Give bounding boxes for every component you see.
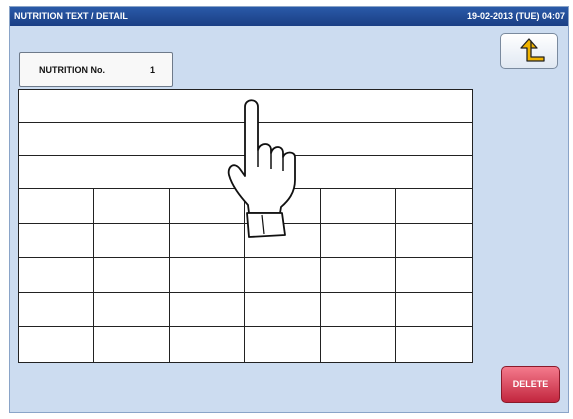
screen: NUTRITION TEXT / DETAIL 19-02-2013 (TUE)… [9,6,569,413]
table-cell[interactable] [170,293,245,327]
table-cell[interactable] [396,327,472,362]
table-cell[interactable] [94,327,170,362]
table-cell[interactable] [321,293,396,327]
table-cell[interactable] [19,189,94,224]
table-cell[interactable] [321,189,396,224]
table-cell[interactable] [245,293,321,327]
table-cell[interactable] [396,224,472,258]
table-cell[interactable] [19,258,94,293]
date-time: 19-02-2013 (TUE) 04:07 [466,11,565,21]
table-cell[interactable] [94,293,170,327]
table-cell[interactable] [396,258,472,293]
table-cell[interactable] [94,189,170,224]
table-cell[interactable] [245,258,321,293]
table-cell[interactable] [19,224,94,258]
delete-button[interactable]: DELETE [501,366,560,403]
nutrition-number-label: NUTRITION No. [39,65,105,75]
table-cell[interactable] [170,258,245,293]
table-cell[interactable] [396,293,472,327]
table-cell[interactable] [19,327,94,362]
table-cell[interactable] [321,258,396,293]
table-cell[interactable] [94,224,170,258]
nutrition-number-field[interactable]: NUTRITION No. 1 [19,52,173,87]
table-cell[interactable] [321,224,396,258]
table-cell[interactable] [19,293,94,327]
page-title: NUTRITION TEXT / DETAIL [14,11,128,21]
table-cell[interactable] [321,327,396,362]
table-cell[interactable] [94,258,170,293]
table-cell[interactable] [245,327,321,362]
table-cell[interactable] [170,327,245,362]
back-button[interactable] [500,33,558,69]
nutrition-number-value: 1 [150,65,156,75]
table-cell[interactable] [396,189,472,224]
title-bar: NUTRITION TEXT / DETAIL 19-02-2013 (TUE)… [10,7,568,26]
pointing-hand-icon [227,99,296,238]
return-arrow-icon [520,38,545,62]
